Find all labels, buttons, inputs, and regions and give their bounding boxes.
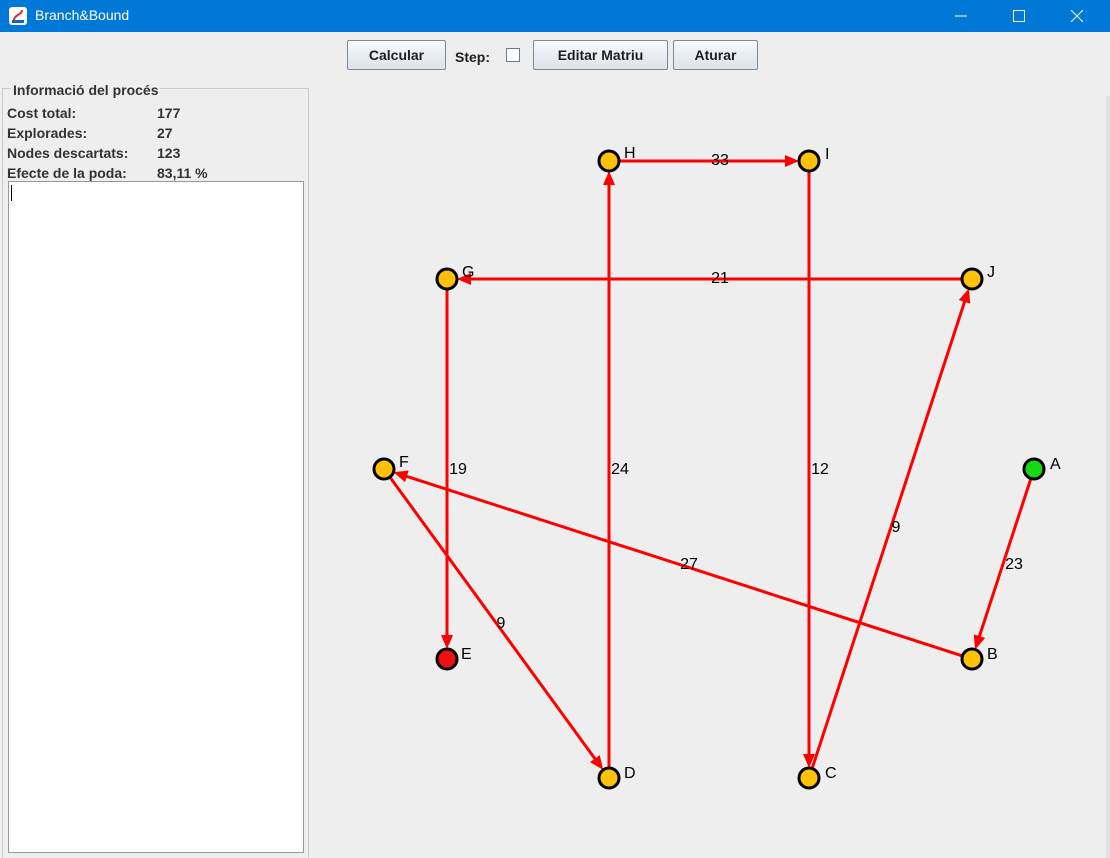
node-B[interactable] [960, 647, 984, 671]
node-label-A: A [1050, 456, 1061, 473]
node-A[interactable] [1022, 457, 1046, 481]
node-I[interactable] [797, 149, 821, 173]
node-label-G: G [462, 264, 474, 281]
node-label-E: E [461, 646, 472, 663]
edges-layer: 23 27 9 24 33 12 9 21 19 [388, 152, 1033, 770]
node-H[interactable] [597, 149, 621, 173]
edge-weight-label: 27 [680, 556, 698, 573]
node-label-C: C [825, 765, 837, 782]
edge-arrow-H-I [785, 155, 799, 167]
node-G[interactable] [435, 267, 459, 291]
edge-arrow-D-H [603, 171, 615, 185]
edge-weight-label: 21 [711, 270, 729, 287]
edge-arrow-C-J [958, 288, 971, 304]
edge-weight-label: 24 [611, 461, 629, 478]
edge-arrow-F-D [590, 755, 604, 770]
node-C[interactable] [797, 766, 821, 790]
node-label-H: H [624, 145, 636, 162]
node-E[interactable] [435, 647, 459, 671]
edge-arrow-G-E [441, 635, 453, 649]
edge-arrow-A-B [973, 634, 986, 650]
edge-weight-label: 33 [711, 152, 729, 169]
edge-weight-label: 9 [497, 615, 506, 632]
node-label-D: D [624, 765, 636, 782]
edge-weight-label: 23 [1005, 556, 1023, 573]
edge-weight-label: 19 [449, 461, 467, 478]
edge-weight-label: 12 [811, 461, 829, 478]
window-edge [1106, 96, 1110, 858]
node-label-J: J [987, 264, 995, 281]
nodes-layer: A B C D E F G H I J [372, 145, 1061, 790]
node-label-I: I [825, 146, 829, 163]
node-label-B: B [987, 646, 998, 663]
node-label-F: F [399, 454, 409, 471]
edge-F-D [388, 476, 600, 765]
edge-arrow-B-F [393, 470, 409, 483]
edge-C-J [810, 295, 968, 769]
graph-canvas: 23 27 9 24 33 12 9 21 19 A B C D E F G H I J [372, 145, 1061, 790]
node-F[interactable] [372, 457, 396, 481]
node-D[interactable] [597, 766, 621, 790]
edge-weight-label: 9 [892, 519, 901, 536]
node-J[interactable] [960, 267, 984, 291]
